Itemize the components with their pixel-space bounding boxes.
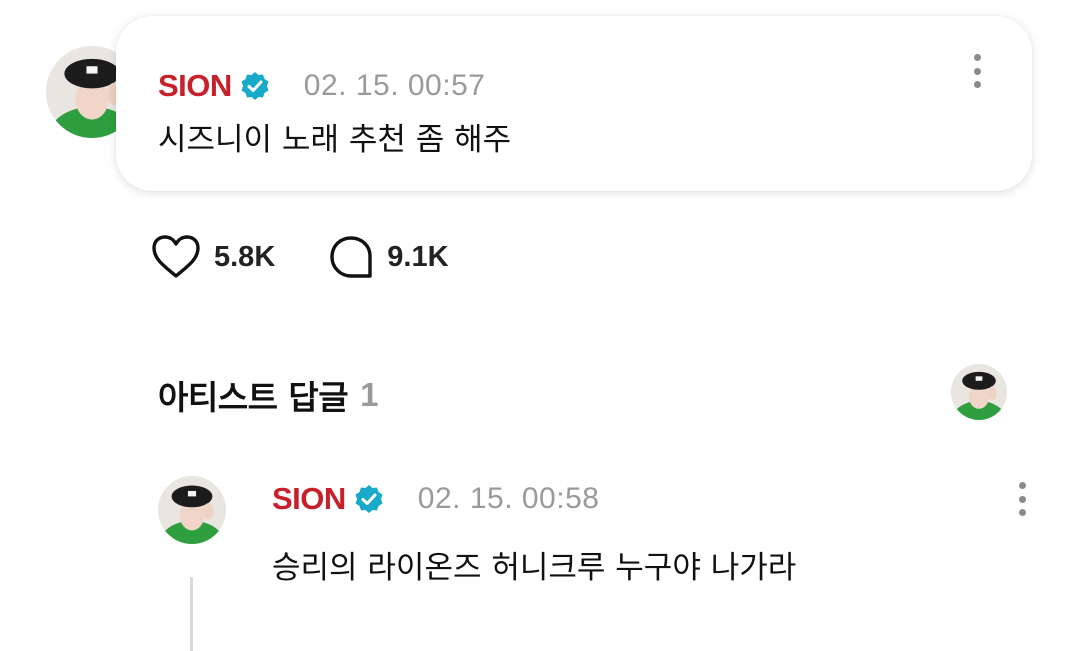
post-text: 시즈니이 노래 추천 좀 해주 [158, 122, 512, 158]
artist-replies-avatar[interactable] [951, 364, 1007, 420]
comment-button[interactable]: 9.1K [327, 233, 449, 281]
post-detail-screen: SION 02. 15. 00:57 시즈니이 노래 추천 좀 해주 5.8K [0, 0, 1080, 651]
post-meta: SION 02. 15. 00:57 [158, 66, 485, 106]
like-count: 5.8K [214, 240, 276, 273]
reply-author-name[interactable]: SION [272, 481, 346, 517]
more-vertical-icon[interactable] [967, 51, 987, 91]
artist-replies-header: 아티스트 답글 1 [158, 370, 379, 420]
reply-author-avatar[interactable] [158, 476, 226, 544]
verified-badge-icon [240, 71, 270, 101]
avatar-image [158, 476, 226, 544]
heart-icon [152, 235, 200, 278]
reply-timestamp: 02. 15. 00:58 [417, 482, 600, 515]
post-author-name[interactable]: SION [158, 68, 232, 104]
verified-badge-icon [354, 484, 384, 514]
artist-replies-title: 아티스트 답글 [158, 378, 349, 417]
reply-meta: SION 02. 15. 00:58 [272, 479, 599, 519]
more-vertical-icon[interactable] [1012, 479, 1032, 519]
comment-bubble-icon [330, 236, 372, 278]
thread-line [190, 577, 193, 651]
post-timestamp: 02. 15. 00:57 [303, 69, 486, 102]
reply-text: 승리의 라이온즈 허니크루 누구야 나가라 [272, 550, 797, 586]
post-card[interactable]: SION 02. 15. 00:57 시즈니이 노래 추천 좀 해주 [116, 16, 1032, 191]
like-button[interactable]: 5.8K [150, 233, 275, 281]
artist-replies-count: 1 [360, 376, 379, 413]
avatar-image [951, 364, 1007, 420]
post-actions: 5.8K 9.1K [150, 232, 449, 282]
comment-count: 9.1K [387, 240, 449, 273]
